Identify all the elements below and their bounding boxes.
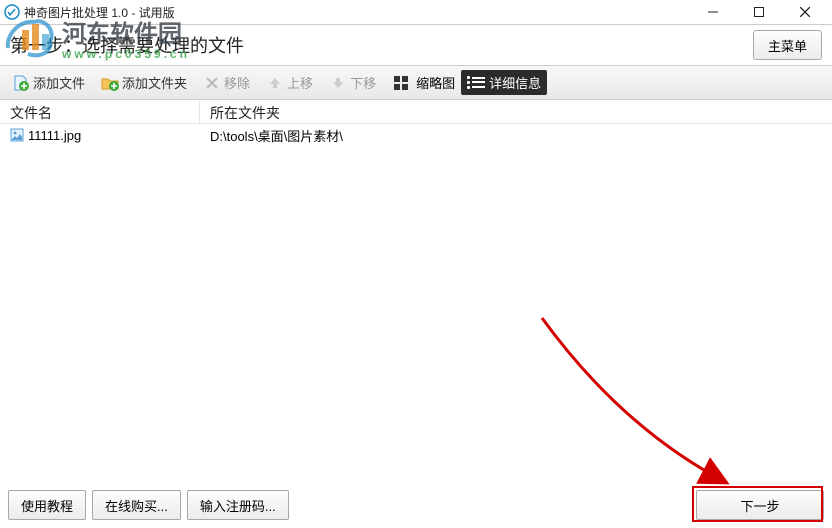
bottom-bar: 使用教程 在线购买... 输入注册码... 下一步 xyxy=(8,490,824,520)
add-folder-label: 添加文件夹 xyxy=(122,73,187,92)
folder-add-icon xyxy=(101,74,119,92)
title-bar: 神奇图片批处理 1.0 - 试用版 xyxy=(0,0,832,24)
buy-online-button[interactable]: 在线购买... xyxy=(92,490,181,520)
add-file-label: 添加文件 xyxy=(33,73,85,92)
detail-view-button[interactable]: 详细信息 xyxy=(461,70,547,95)
move-up-button[interactable]: 上移 xyxy=(262,71,317,94)
thumbnail-view-button[interactable]: 缩略图 xyxy=(388,70,461,95)
table-row[interactable]: 11111.jpg D:\tools\桌面\图片素材\ xyxy=(0,124,832,146)
detail-label: 详细信息 xyxy=(489,73,541,92)
remove-button[interactable]: 移除 xyxy=(199,71,254,94)
add-folder-button[interactable]: 添加文件夹 xyxy=(97,71,191,94)
step-title: 第一步：选择需要处理的文件 xyxy=(10,32,753,58)
thumbnail-label: 缩略图 xyxy=(416,73,455,92)
window-title: 神奇图片批处理 1.0 - 试用版 xyxy=(24,4,690,21)
arrow-down-icon xyxy=(329,74,347,92)
close-button[interactable] xyxy=(782,0,828,24)
image-file-icon xyxy=(10,128,24,142)
column-filename-header[interactable]: 文件名 xyxy=(0,100,200,123)
next-button[interactable]: 下一步 xyxy=(696,490,824,520)
view-toggle-group: 缩略图 详细信息 xyxy=(388,70,547,95)
detail-list-icon xyxy=(467,76,485,90)
move-down-label: 下移 xyxy=(350,73,376,92)
maximize-button[interactable] xyxy=(736,0,782,24)
add-file-button[interactable]: 添加文件 xyxy=(8,71,89,94)
move-up-label: 上移 xyxy=(287,73,313,92)
column-folder-header[interactable]: 所在文件夹 xyxy=(200,100,832,123)
remove-icon xyxy=(203,74,221,92)
table-header: 文件名 所在文件夹 xyxy=(0,100,832,124)
file-folder-cell: D:\tools\桌面\图片素材\ xyxy=(200,126,832,145)
step-header: 第一步：选择需要处理的文件 主菜单 xyxy=(0,24,832,66)
file-list: 文件名 所在文件夹 11111.jpg D:\tools\桌面\图片素材\ xyxy=(0,100,832,456)
spacer xyxy=(295,490,690,520)
toolbar: 添加文件 添加文件夹 移除 上移 下移 缩略图 xyxy=(0,66,832,100)
document-add-icon xyxy=(12,74,30,92)
main-menu-button[interactable]: 主菜单 xyxy=(753,30,822,60)
window-controls xyxy=(690,0,828,24)
app-icon xyxy=(4,4,20,20)
file-name-cell: 11111.jpg xyxy=(28,128,81,143)
minimize-button[interactable] xyxy=(690,0,736,24)
tutorial-button[interactable]: 使用教程 xyxy=(8,490,86,520)
arrow-up-icon xyxy=(266,74,284,92)
enter-code-button[interactable]: 输入注册码... xyxy=(187,490,289,520)
move-down-button[interactable]: 下移 xyxy=(325,71,380,94)
thumbnail-icon xyxy=(394,76,412,90)
remove-label: 移除 xyxy=(224,73,250,92)
